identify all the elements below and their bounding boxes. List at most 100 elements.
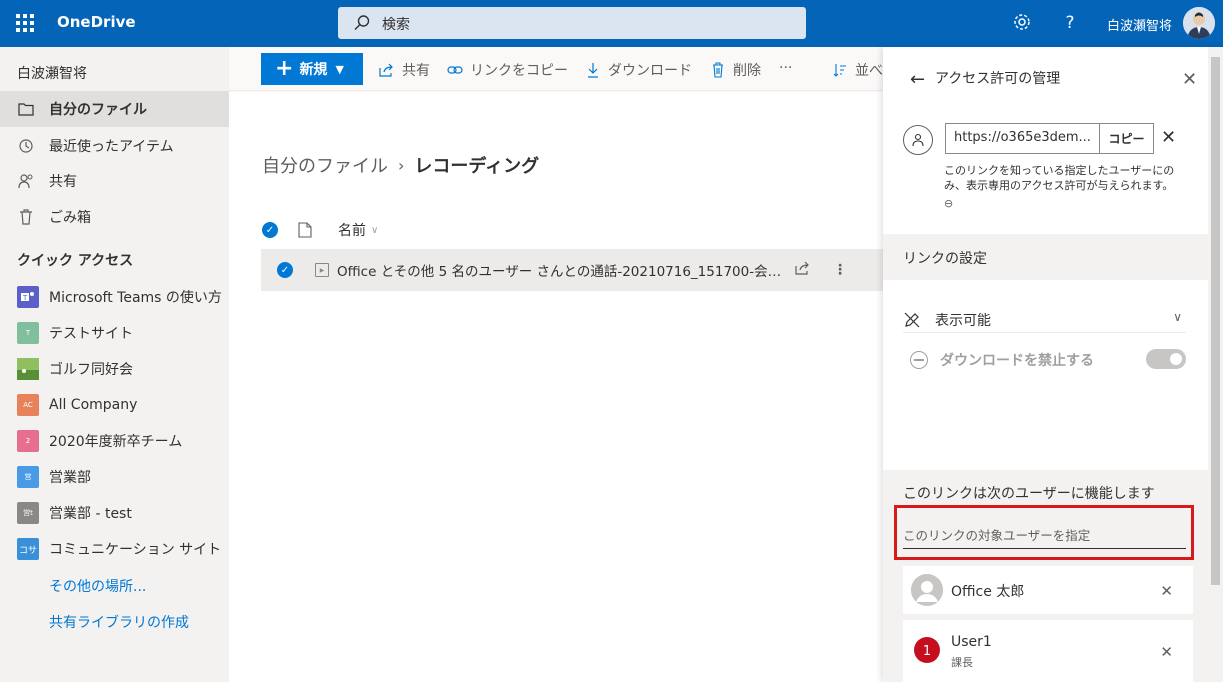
site-icon: T (17, 322, 39, 344)
person-item: Office 太郎 ✕ (903, 566, 1193, 614)
delete-label: 削除 (733, 63, 761, 79)
panel-scrollbar[interactable] (1208, 47, 1223, 682)
help-icon[interactable]: ? (1059, 12, 1081, 34)
more-vertical-icon[interactable]: ⋮ (833, 262, 847, 278)
trash-icon (710, 62, 726, 78)
quick-access-item[interactable]: 2 2020年度新卒チーム (0, 423, 229, 459)
permission-dropdown[interactable]: 表示可能 ∨ (903, 307, 1186, 333)
quick-access-item[interactable]: AC All Company (0, 387, 229, 423)
link-icon (447, 62, 463, 78)
nav-item-my-files[interactable]: 自分のファイル (0, 91, 229, 127)
site-icon: コサ (17, 538, 39, 560)
link-settings-label: リンクの設定 (903, 251, 987, 267)
avatar[interactable] (1183, 7, 1215, 39)
site-icon: 営t (17, 502, 39, 524)
table-row[interactable]: ✓ ▶ Office とその他 5 名のユーザー さんとの通話-20210716… (261, 249, 883, 291)
select-all-checkbox[interactable]: ✓ (262, 222, 278, 238)
command-bar: + 新規 ▼ 共有 リンクをコピー ダウンロード 削除 ··· 並べ (229, 47, 883, 91)
gear-icon[interactable] (1011, 12, 1033, 34)
pencil-off-icon (904, 312, 920, 327)
breadcrumb-root[interactable]: 自分のファイル (262, 152, 388, 178)
people-icon (17, 172, 35, 190)
file-name[interactable]: Office とその他 5 名のユーザー さんとの通話-20210716_151… (337, 260, 787, 280)
svg-text:T: T (22, 294, 28, 302)
nav-item-recent[interactable]: 最近使ったアイテム (0, 128, 229, 164)
share-label: 共有 (402, 63, 430, 79)
column-name-header[interactable]: 名前 (338, 220, 366, 240)
download-label: ダウンロード (608, 63, 692, 79)
teams-icon: T (17, 286, 39, 308)
numbered-avatar-icon: 1 (911, 634, 943, 666)
collapse-icon[interactable]: ⊖ (944, 197, 953, 210)
delete-button[interactable]: 削除 (710, 60, 761, 80)
breadcrumb-current: レコーディング (414, 156, 540, 177)
chevron-right-icon: › (398, 155, 405, 175)
back-arrow-icon[interactable]: ← (910, 69, 925, 90)
history-icon (17, 137, 35, 155)
app-brand[interactable]: OneDrive (57, 13, 136, 31)
download-button[interactable]: ダウンロード (585, 60, 692, 80)
scrollbar-thumb[interactable] (1211, 57, 1220, 585)
works-for-section: このリンクは次のユーザーに機能します このリンクの対象ユーザーを指定 Offic… (883, 470, 1223, 682)
remove-link-icon[interactable]: ✕ (1161, 127, 1176, 148)
quick-access-item[interactable]: 営t 営業部 - test (0, 495, 229, 531)
user-name[interactable]: 白波瀬智将 (1107, 15, 1172, 34)
search-placeholder: 検索 (382, 17, 410, 33)
person-title: 課長 (951, 656, 973, 669)
nav-item-recycle-bin[interactable]: ごみ箱 (0, 199, 229, 235)
copy-link-button[interactable]: リンクをコピー (447, 60, 568, 80)
search-box[interactable]: 検索 (338, 7, 806, 39)
close-icon[interactable]: ✕ (1182, 69, 1197, 90)
site-icon: 2 (17, 430, 39, 452)
share-icon (379, 62, 395, 78)
link-description: このリンクを知っている指定したユーザーにのみ、表示専用のアクセス許可が与えられま… (944, 164, 1175, 192)
target-users-input[interactable]: このリンクの対象ユーザーを指定 (903, 522, 1186, 549)
block-download-label: ダウンロードを禁止する (940, 353, 1094, 369)
new-button[interactable]: + 新規 ▼ (261, 53, 363, 85)
remove-person-icon[interactable]: ✕ (1160, 582, 1173, 600)
row-checkbox[interactable]: ✓ (277, 262, 293, 278)
remove-person-icon[interactable]: ✕ (1160, 643, 1173, 661)
quick-access-label: 2020年度新卒チーム (49, 434, 183, 450)
sort-label: 並べ (855, 63, 883, 79)
app-launcher-icon[interactable] (14, 12, 36, 34)
block-icon (910, 351, 928, 369)
golf-image-icon (17, 358, 39, 380)
copy-link-label: リンクをコピー (470, 63, 568, 79)
share-button[interactable]: 共有 (379, 60, 430, 80)
chevron-down-icon: ▼ (335, 62, 344, 76)
nav-item-shared[interactable]: 共有 (0, 163, 229, 199)
quick-access-label: All Company (49, 397, 138, 413)
more-commands-button[interactable]: ··· (779, 60, 792, 76)
site-icon: 営 (17, 466, 39, 488)
link-url-field[interactable]: https://o365e3dem... (945, 123, 1100, 154)
permission-value: 表示可能 (935, 312, 991, 329)
panel-title: アクセス許可の管理 (935, 71, 1061, 87)
download-icon (585, 62, 601, 78)
quick-access-item[interactable]: ゴルフ同好会 (0, 351, 229, 387)
trash-icon (17, 208, 35, 226)
quick-access-item[interactable]: T Microsoft Teams の使い方 (0, 279, 229, 315)
chevron-down-icon[interactable]: ∨ (371, 225, 378, 236)
sort-button[interactable]: 並べ (832, 60, 883, 80)
quick-access-item[interactable]: T テストサイト (0, 315, 229, 351)
quick-access-item[interactable]: 営 営業部 (0, 459, 229, 495)
block-download-toggle[interactable] (1146, 349, 1186, 369)
default-avatar-icon (911, 574, 943, 606)
quick-access-item[interactable]: コサ コミュニケーション サイト (0, 531, 229, 567)
search-icon (354, 15, 370, 30)
more-places-link[interactable]: その他の場所... (49, 576, 146, 596)
nav-item-label: ごみ箱 (49, 210, 91, 226)
block-download-row: ダウンロードを禁止する (910, 350, 1094, 370)
person-name: User1 (951, 634, 992, 650)
link-settings-header: リンクの設定 (883, 234, 1223, 280)
person-name: Office 太郎 (951, 584, 1025, 600)
create-library-link[interactable]: 共有ライブラリの作成 (49, 612, 189, 632)
share-icon[interactable] (795, 261, 811, 279)
svg-text:1: 1 (923, 644, 931, 659)
sort-icon (832, 62, 848, 78)
list-header: ✓ 名前 ∨ (262, 212, 882, 248)
folder-icon (17, 100, 35, 118)
copy-button[interactable]: コピー (1099, 123, 1154, 154)
manage-access-panel: ← アクセス許可の管理 ✕ https://o365e3dem... コピー ✕… (883, 47, 1223, 682)
